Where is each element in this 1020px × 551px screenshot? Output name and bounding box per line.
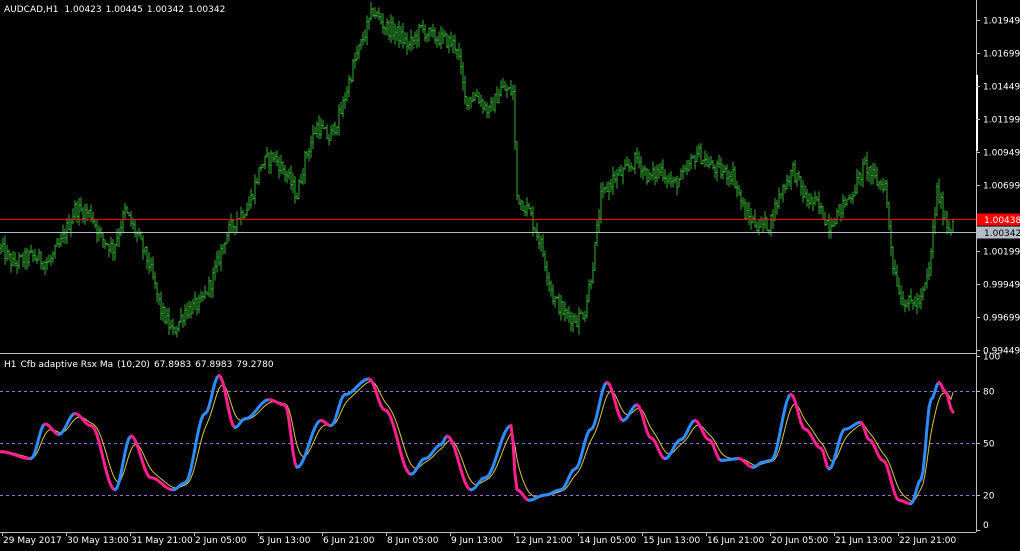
- timeframe: H1: [46, 5, 59, 15]
- time-axis-label: 22 Jun 21:00: [899, 536, 956, 546]
- time-axis-label: 21 Jun 13:00: [835, 536, 892, 546]
- time-axis-label: 31 May 21:00: [131, 536, 193, 546]
- rsx-segment-up: [121, 451, 127, 465]
- indicator-axis-label: 50: [983, 440, 995, 450]
- time-axis-label: 20 Jun 05:00: [771, 536, 828, 546]
- bar-low: 1.00342: [147, 5, 184, 15]
- price-axis-label: 1.00949: [983, 149, 1020, 159]
- chart-window: 1.00438 1.00342 1.01949 1.01699 1.01449 1.01…: [0, 0, 1020, 551]
- red-price-label: 1.00438: [984, 216, 1020, 226]
- time-axis-label: 6 Jun 21:00: [323, 536, 375, 546]
- indicator-timeframe: H1: [4, 360, 17, 370]
- price-axis-label: 0.99949: [983, 281, 1020, 291]
- time-axis-label: 29 May 2017: [3, 536, 62, 546]
- rsx-segment-down: [285, 407, 291, 422]
- price-axis-label: 1.01199: [983, 116, 1020, 126]
- rsx-segment-down: [509, 424, 515, 444]
- price-axis-label: 1.00199: [983, 248, 1020, 258]
- rsx-segment-up: [921, 450, 927, 474]
- time-axis-label: 8 Jun 05:00: [387, 536, 439, 546]
- rsx-segment-up: [923, 425, 929, 454]
- indicator-name: Cfb adaptive Rsx Ma: [21, 360, 114, 370]
- indicator-axis-label: 80: [983, 388, 995, 398]
- bid-price-label: 1.00342: [984, 229, 1020, 239]
- bar-high: 1.00445: [106, 5, 143, 15]
- rsx-segment-down: [223, 390, 229, 403]
- time-axis-labels: 29 May 2017 30 May 13:00 31 May 21:00 2 Jun…: [2, 532, 956, 546]
- price-axis-label: 1.01949: [983, 17, 1020, 27]
- indicator-value-1: 67.8983: [154, 360, 191, 370]
- rsx-segment-down: [291, 450, 297, 465]
- price-axis-label: 1.00699: [983, 182, 1020, 192]
- indicator-axis-label: 20: [983, 492, 995, 502]
- time-axis-label: 30 May 13:00: [67, 536, 129, 546]
- rsx-segment-up: [119, 461, 125, 475]
- time-axis-label: 16 Jun 21:00: [707, 536, 764, 546]
- time-axis-label: 5 Jun 13:00: [259, 536, 311, 546]
- rsx-segment-up: [191, 446, 197, 461]
- time-axis-label: 12 Jun 21:00: [515, 536, 572, 546]
- time-axis-label: 15 Jun 13:00: [643, 536, 700, 546]
- rsx-segment-down: [949, 407, 955, 414]
- indicator-axis-label: 100: [983, 353, 1000, 363]
- rsx-segment-up: [777, 426, 783, 440]
- indicator-params: (10,20): [117, 360, 150, 370]
- price-pane[interactable]: [0, 0, 976, 352]
- indicator-value-3: 79.2780: [236, 360, 273, 370]
- rsx-segment-down: [289, 434, 295, 454]
- price-axis-label: 0.99699: [983, 314, 1020, 324]
- symbol: AUDCAD: [4, 5, 43, 15]
- rsx-segment-down: [287, 419, 293, 438]
- indicator-axis-label: 0: [983, 521, 989, 531]
- price-axis-label: 1.01699: [983, 50, 1020, 60]
- price-axis-label: 1.01449: [983, 83, 1020, 93]
- bar-close: 1.00342: [188, 5, 225, 15]
- rsx-segment-down: [225, 400, 231, 413]
- bar-open: 1.00423: [64, 5, 101, 15]
- rsx-segment-down: [513, 472, 519, 492]
- price-pane-header: AUDCAD,H1 1.00423 1.00445 1.00342 1.00342: [4, 5, 225, 15]
- rsx-segment-down: [511, 440, 517, 476]
- time-axis-label: 9 Jun 13:00: [451, 536, 503, 546]
- indicator-value-2: 67.8983: [195, 360, 232, 370]
- rsx-segment-up: [925, 405, 931, 429]
- rsx-segment-up: [193, 436, 199, 450]
- time-axis-label: 2 Jun 05:00: [195, 536, 247, 546]
- rsx-segment-up: [779, 415, 785, 429]
- time-axis-label: 14 Jun 05:00: [579, 536, 636, 546]
